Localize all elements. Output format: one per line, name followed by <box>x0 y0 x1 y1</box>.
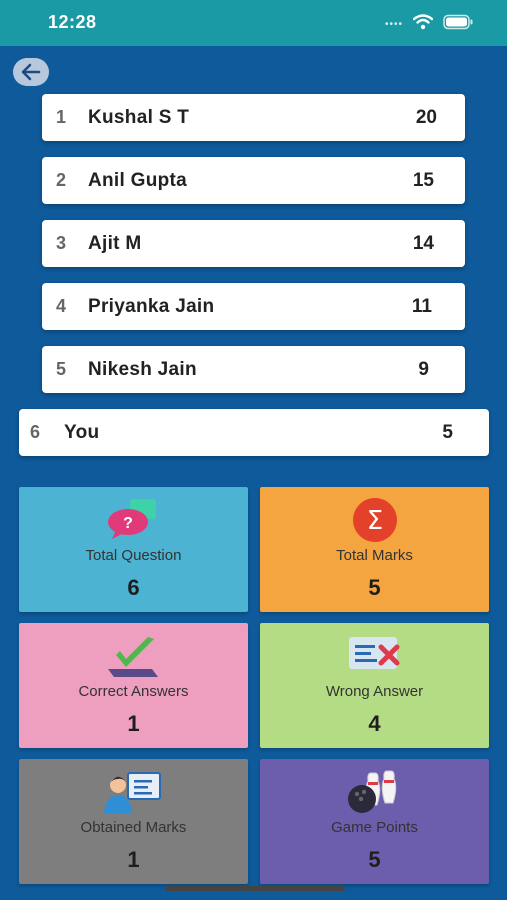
card-label: Game Points <box>331 819 418 836</box>
player-name: You <box>64 421 100 443</box>
player-score: 20 <box>415 106 437 128</box>
leaderboard-row[interactable]: 2 Anil Gupta 15 <box>42 157 465 204</box>
status-bar: 12:28 •••• <box>0 0 507 46</box>
card-label: Total Question <box>85 547 182 564</box>
obtained-marks-card[interactable]: Obtained Marks 1 <box>19 759 248 884</box>
leaderboard-row[interactable]: 3 Ajit M 14 <box>42 220 465 267</box>
back-button[interactable] <box>13 58 49 86</box>
battery-icon <box>443 14 473 35</box>
correct-answers-card[interactable]: Correct Answers 1 <box>19 623 248 748</box>
person-board-icon <box>19 769 248 813</box>
svg-text:Σ: Σ <box>366 506 382 536</box>
rank-number: 6 <box>30 422 41 442</box>
card-label: Correct Answers <box>78 683 189 700</box>
player-name: Nikesh Jain <box>88 358 197 380</box>
rank-number: 5 <box>56 359 67 379</box>
game-points-card[interactable]: Game Points 5 <box>260 759 489 884</box>
rank-number: 4 <box>56 296 67 316</box>
wifi-icon <box>412 14 434 35</box>
arrow-left-icon <box>21 63 41 81</box>
checkmark-icon <box>19 633 248 677</box>
wrong-answer-card[interactable]: Wrong Answer 4 <box>260 623 489 748</box>
player-score: 15 <box>412 169 434 191</box>
total-question-card[interactable]: ? Total Question 6 <box>19 487 248 612</box>
signal-dots-icon: •••• <box>384 19 403 30</box>
total-marks-card[interactable]: Σ Total Marks 5 <box>260 487 489 612</box>
card-label: Wrong Answer <box>325 683 424 700</box>
player-name: Priyanka Jain <box>88 295 215 317</box>
rank-number: 1 <box>56 107 67 127</box>
status-time: 12:28 <box>48 12 97 32</box>
card-label: Total Marks <box>336 547 413 564</box>
player-score: 9 <box>418 358 429 380</box>
current-user-row[interactable]: 6 You 5 <box>19 409 489 456</box>
leaderboard-row[interactable]: 4 Priyanka Jain 11 <box>42 283 465 330</box>
question-chat-icon: ? <box>19 497 248 541</box>
leaderboard-row[interactable]: 5 Nikesh Jain 9 <box>42 346 465 393</box>
home-indicator[interactable] <box>165 886 345 891</box>
card-label: Obtained Marks <box>80 819 187 836</box>
card-value: 5 <box>368 847 381 872</box>
card-value: 6 <box>127 575 140 600</box>
sigma-icon: Σ <box>260 497 489 542</box>
player-name: Anil Gupta <box>88 169 188 191</box>
card-value: 1 <box>127 711 140 736</box>
player-name: Kushal S T <box>88 106 190 128</box>
player-score: 14 <box>412 232 434 254</box>
bowling-icon <box>260 769 489 813</box>
card-value: 4 <box>368 711 381 736</box>
card-value: 1 <box>127 847 140 872</box>
player-score: 11 <box>411 295 432 317</box>
rank-number: 3 <box>56 233 67 253</box>
svg-text:?: ? <box>123 515 133 532</box>
rank-number: 2 <box>56 170 67 190</box>
leaderboard-row[interactable]: 1 Kushal S T 20 <box>42 94 465 141</box>
card-value: 5 <box>368 575 381 600</box>
wrong-mark-icon <box>260 633 489 677</box>
player-score: 5 <box>442 421 453 443</box>
player-name: Ajit M <box>88 232 142 254</box>
status-icons: •••• <box>385 14 473 35</box>
